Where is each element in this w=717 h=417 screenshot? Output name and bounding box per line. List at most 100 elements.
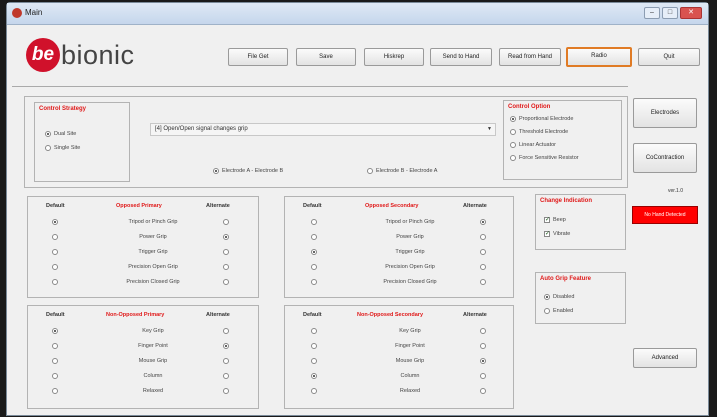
advanced-button[interactable]: Advanced	[633, 348, 697, 368]
force-sensitive-resistor-option[interactable]: Force Sensitive Resistor	[510, 155, 579, 161]
close-button[interactable]: ✕	[680, 7, 702, 19]
grip-label: Tripod or Pinch Grip	[385, 219, 435, 225]
default-radio[interactable]	[311, 328, 317, 334]
default-column-header: Default	[303, 203, 322, 209]
threshold-electrode-option[interactable]: Threshold Electrode	[510, 129, 568, 135]
alternate-radio[interactable]	[480, 373, 486, 379]
grip-label: Power Grip	[396, 234, 424, 240]
alternate-radio[interactable]	[480, 358, 486, 364]
electrode-a-b-option[interactable]: Electrode A - Electrode B	[213, 168, 283, 174]
default-radio[interactable]	[52, 234, 58, 240]
non-opposed-secondary-panel: Default Non-Opposed Secondary Alternate …	[284, 305, 514, 409]
alternate-radio[interactable]	[223, 234, 229, 240]
change-indication-title: Change Indication	[540, 198, 593, 204]
alternate-radio[interactable]	[223, 328, 229, 334]
default-radio[interactable]	[52, 328, 58, 334]
default-radio[interactable]	[311, 264, 317, 270]
logo-wordmark: bionic	[61, 39, 135, 70]
maximize-button[interactable]: □	[662, 7, 678, 19]
opposed-primary-title: Opposed Primary	[116, 203, 162, 209]
alternate-radio[interactable]	[480, 279, 486, 285]
alternate-radio[interactable]	[223, 373, 229, 379]
grip-label: Mouse Grip	[395, 358, 425, 364]
auto-grip-disabled-option[interactable]: Disabled	[544, 294, 574, 300]
default-column-header: Default	[46, 203, 65, 209]
minimize-button[interactable]: –	[644, 7, 660, 19]
radio-icon	[213, 168, 219, 174]
alternate-radio[interactable]	[480, 328, 486, 334]
alternate-radio[interactable]	[223, 219, 229, 225]
threshold-electrode-label: Threshold Electrode	[519, 129, 569, 135]
electrodes-button[interactable]: Electrodes	[633, 98, 697, 128]
electrode-a-b-label: Electrode A - Electrode B	[222, 168, 284, 174]
radio-icon	[510, 142, 516, 148]
send-to-hand-button[interactable]: Send to Hand	[430, 48, 492, 66]
single-site-label: Single Site	[54, 145, 81, 151]
linear-actuator-option[interactable]: Linear Actuator	[510, 142, 556, 148]
opposed-primary-panel: Default Opposed Primary Alternate Tripod…	[27, 196, 259, 298]
default-column-header: Default	[46, 312, 65, 318]
grip-label: Column	[143, 373, 163, 379]
bebionic-logo: be bionic	[26, 38, 135, 72]
default-radio[interactable]	[52, 219, 58, 225]
radio-icon	[45, 145, 51, 151]
default-radio[interactable]	[52, 373, 58, 379]
quit-button[interactable]: Quit	[638, 48, 700, 66]
alternate-radio[interactable]	[223, 264, 229, 270]
linear-actuator-label: Linear Actuator	[519, 142, 556, 148]
alternate-column-header: Alternate	[463, 312, 487, 318]
beep-checkbox[interactable]: ✓ Beep	[544, 217, 566, 223]
grip-label: Key Grip	[142, 328, 164, 334]
grip-label: Precision Open Grip	[385, 264, 435, 270]
default-radio[interactable]	[311, 373, 317, 379]
alternate-radio[interactable]	[480, 264, 486, 270]
default-radio[interactable]	[52, 264, 58, 270]
window-controls: – □ ✕	[644, 7, 702, 19]
default-radio[interactable]	[311, 358, 317, 364]
grip-label: Finger Point	[395, 343, 425, 349]
vibrate-label: Vibrate	[553, 231, 571, 237]
alternate-radio[interactable]	[223, 279, 229, 285]
proportional-electrode-label: Proportional Electrode	[519, 116, 574, 122]
alternate-radio[interactable]	[480, 249, 486, 255]
radio-button[interactable]: Radio	[566, 47, 632, 67]
non-opposed-primary-panel: Default Non-Opposed Primary Alternate Ke…	[27, 305, 259, 409]
dual-site-option[interactable]: Dual Site	[45, 131, 76, 137]
default-radio[interactable]	[311, 279, 317, 285]
file-get-button[interactable]: File Get	[228, 48, 288, 66]
hiskrep-button[interactable]: Hiskrep	[364, 48, 424, 66]
proportional-electrode-option[interactable]: Proportional Electrode	[510, 116, 573, 122]
auto-grip-group: Auto Grip Feature Disabled Enabled	[535, 272, 626, 324]
grip-label: Trigger Grip	[138, 249, 168, 255]
control-strategy-group: Control Strategy Dual Site Single Site	[34, 102, 130, 182]
alternate-radio[interactable]	[480, 234, 486, 240]
grip-label: Precision Closed Grip	[383, 279, 437, 285]
default-radio[interactable]	[311, 343, 317, 349]
grip-mode-dropdown[interactable]: [4] Open/Open signal changes grip ▼	[150, 123, 496, 136]
read-from-hand-button[interactable]: Read from Hand	[499, 48, 561, 66]
alternate-radio[interactable]	[480, 219, 486, 225]
alternate-radio[interactable]	[223, 358, 229, 364]
electrode-b-a-option[interactable]: Electrode B - Electrode A	[367, 168, 437, 174]
single-site-option[interactable]: Single Site	[45, 145, 80, 151]
default-radio[interactable]	[52, 279, 58, 285]
grip-label: Power Grip	[139, 234, 167, 240]
default-radio[interactable]	[311, 388, 317, 394]
cocontraction-button[interactable]: CoContraction	[633, 143, 697, 173]
auto-grip-enabled-option[interactable]: Enabled	[544, 308, 573, 314]
alternate-radio[interactable]	[223, 249, 229, 255]
default-radio[interactable]	[311, 234, 317, 240]
alternate-radio[interactable]	[480, 388, 486, 394]
default-radio[interactable]	[52, 388, 58, 394]
default-radio[interactable]	[52, 358, 58, 364]
default-radio[interactable]	[52, 249, 58, 255]
save-button[interactable]: Save	[296, 48, 356, 66]
default-radio[interactable]	[311, 219, 317, 225]
vibrate-checkbox[interactable]: ✓ Vibrate	[544, 231, 570, 237]
alternate-radio[interactable]	[223, 388, 229, 394]
grip-label: Relaxed	[399, 388, 421, 394]
default-radio[interactable]	[311, 249, 317, 255]
alternate-radio[interactable]	[480, 343, 486, 349]
default-radio[interactable]	[52, 343, 58, 349]
alternate-radio[interactable]	[223, 343, 229, 349]
